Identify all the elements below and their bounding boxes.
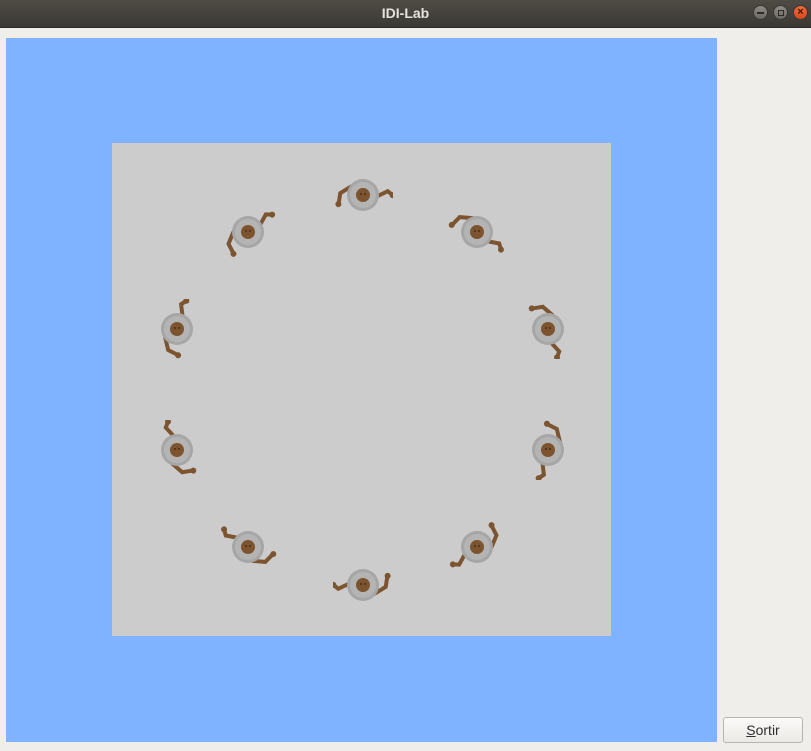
minimize-icon[interactable] (753, 5, 768, 20)
figure-8 (147, 418, 207, 480)
figure-3 (518, 299, 578, 361)
window-title: IDI-Lab (381, 5, 430, 21)
figure-2 (447, 202, 507, 262)
figure-10 (218, 202, 278, 262)
title-bar: IDI-Lab × (0, 0, 811, 28)
sortir-button[interactable]: Sortir (723, 717, 803, 743)
figure-1 (333, 165, 396, 225)
gl-viewport[interactable] (6, 38, 717, 742)
figure-9 (147, 298, 207, 359)
figure-6 (329, 555, 393, 615)
maximize-icon[interactable] (773, 5, 788, 20)
sortir-label-rest: ortir (755, 722, 780, 738)
sortir-mnemonic: S (746, 722, 756, 738)
figure-4 (518, 420, 578, 481)
figure-7 (218, 517, 278, 577)
close-icon[interactable]: × (793, 5, 808, 20)
figure-5 (447, 517, 507, 577)
